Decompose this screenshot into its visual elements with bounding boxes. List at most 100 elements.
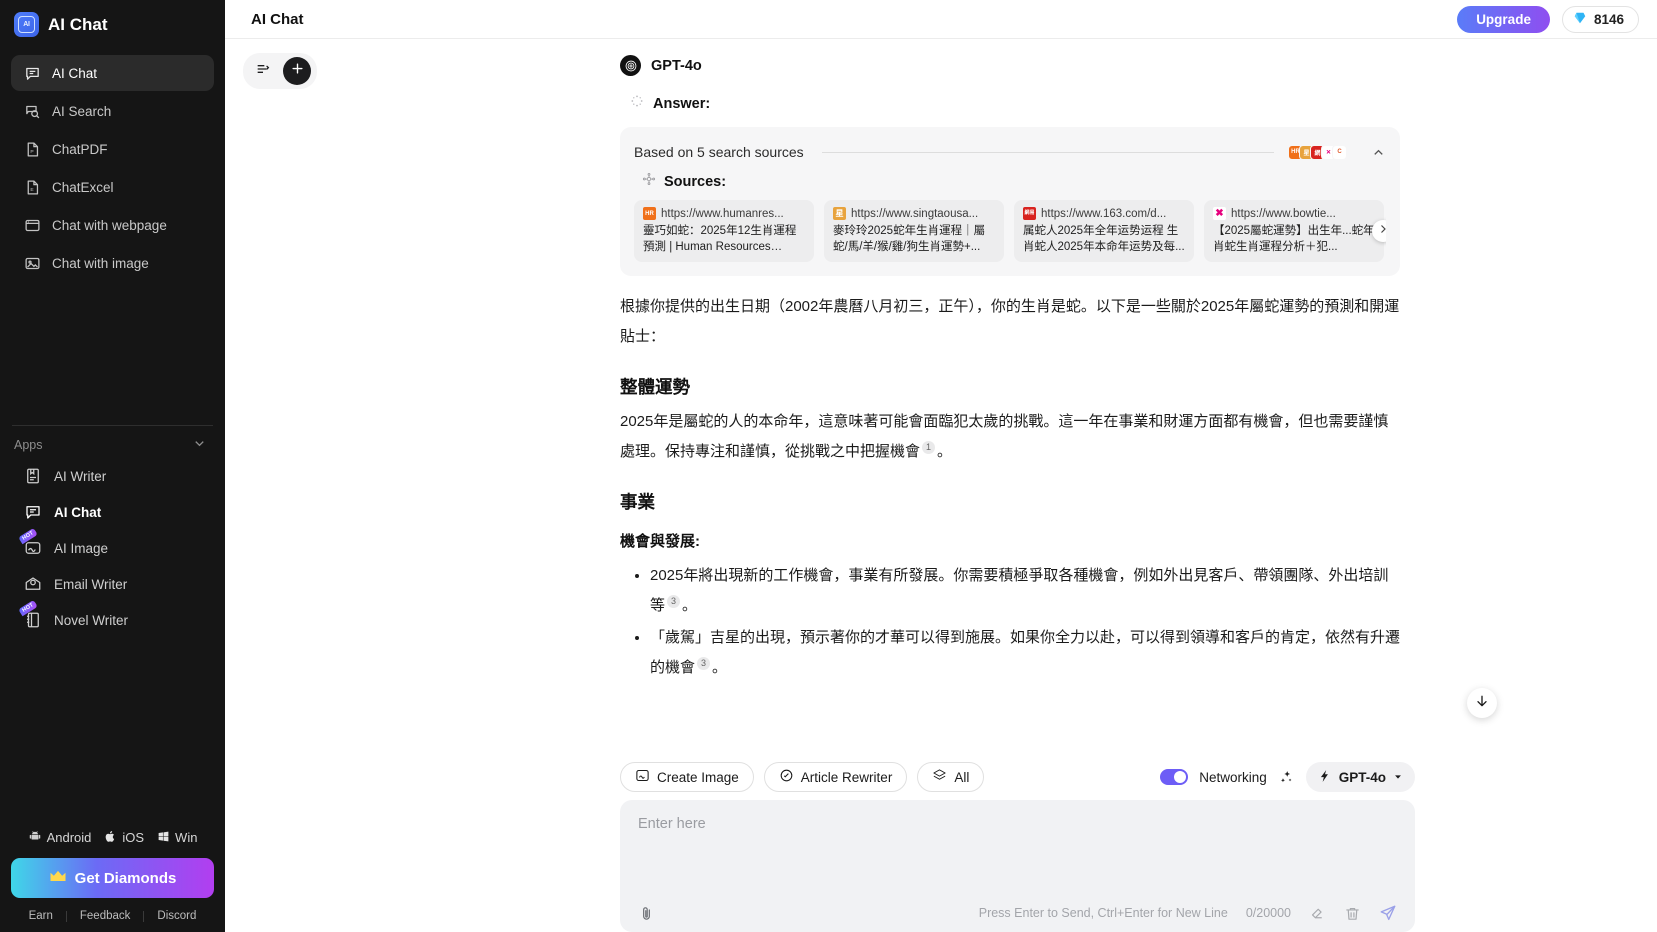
get-diamonds-button[interactable]: Get Diamonds <box>11 858 214 898</box>
sidebar-item-chatpdf[interactable]: P ChatPDF <box>11 131 214 167</box>
send-paper-plane-icon[interactable] <box>1379 904 1397 922</box>
writer-book-icon <box>23 466 43 486</box>
sidebar-item-chat-with-image[interactable]: Chat with image <box>11 245 214 281</box>
sidebar-footer: Android iOS Win Get Diamonds Earn Feedba… <box>0 819 225 932</box>
source-title: 【2025屬蛇運勢】出生年...蛇年肖蛇生肖運程分析＋犯... <box>1213 225 1375 253</box>
apps-section-label: Apps <box>14 438 43 452</box>
brand[interactable]: AI AI Chat <box>0 0 225 49</box>
sidebar-app-ai-writer[interactable]: AI Writer <box>11 458 214 494</box>
search-document-icon <box>23 102 41 120</box>
footer-link-discord[interactable]: Discord <box>144 910 209 922</box>
caret-down-icon <box>1393 770 1403 785</box>
sources-divider <box>821 151 1274 153</box>
platform-ios[interactable]: iOS <box>104 830 144 846</box>
crown-icon <box>49 869 67 888</box>
image-icon: HOT <box>18 527 43 558</box>
citation-marker[interactable]: 3 <box>697 657 711 670</box>
sidebar-nav-primary: AI Chat AI Search P ChatPDF E ChatExcel … <box>0 49 225 283</box>
platform-label: iOS <box>122 830 145 845</box>
platform-win[interactable]: Win <box>157 830 197 846</box>
sidebar-app-email-writer[interactable]: Email Writer <box>11 566 214 602</box>
sparkle-wand-icon[interactable] <box>1278 769 1295 786</box>
source-card[interactable]: ✖ https://www.bowtie... 【2025屬蛇運勢】出生年...… <box>1204 200 1384 262</box>
sidebar-app-ai-chat[interactable]: AI Chat <box>11 494 214 530</box>
sidebar-app-label: Email Writer <box>54 576 128 592</box>
citation-marker[interactable]: 1 <box>922 441 936 454</box>
sidebar-item-label: AI Search <box>52 103 112 119</box>
article-rewriter-button[interactable]: Article Rewriter <box>763 762 908 792</box>
chat-bubble-icon <box>23 502 43 522</box>
sidebar-item-ai-search[interactable]: AI Search <box>11 93 214 129</box>
trash-icon[interactable] <box>1344 905 1361 922</box>
source-card[interactable]: HR https://www.humanres... 靈巧如蛇：2025年12生… <box>634 200 814 262</box>
networking-toggle[interactable] <box>1160 769 1189 785</box>
sidebar-item-chat-with-webpage[interactable]: Chat with webpage <box>11 207 214 243</box>
answer-label: Answer: <box>653 95 711 112</box>
source-card[interactable]: 星 https://www.singtaousa... 麥玲玲2025蛇年生肖運… <box>824 200 1004 262</box>
favicon-5: C <box>1332 144 1347 160</box>
apps-section-header[interactable]: Apps <box>0 426 225 458</box>
chat-thread: GPT-4o Answer: Based on 5 search sources <box>620 39 1400 685</box>
sidebar-item-chatexcel[interactable]: E ChatExcel <box>11 169 214 205</box>
svg-text:E: E <box>30 187 34 193</box>
app-logo-icon: AI <box>14 12 39 37</box>
sidebar-item-label: AI Chat <box>52 65 98 81</box>
model-selected-label: GPT-4o <box>1338 769 1386 785</box>
chip-label: Article Rewriter <box>800 769 893 785</box>
source-card[interactable]: 網易 https://www.163.com/d... 属蛇人2025年全年运势… <box>1014 200 1194 262</box>
chevron-up-icon[interactable] <box>1371 145 1386 160</box>
networking-label: Networking <box>1199 769 1267 785</box>
answer-section-1-text: 2025年是屬蛇的人的本命年，這意味著可能會面臨犯太歲的挑戰。這一年在事業和財運… <box>620 413 1389 460</box>
create-image-button[interactable]: Create Image <box>620 762 754 792</box>
all-tools-button[interactable]: All <box>917 762 985 792</box>
chat-bubble-icon <box>23 64 41 82</box>
attach-file-button[interactable] <box>638 905 655 922</box>
char-counter: 0/20000 <box>1245 906 1291 920</box>
platform-label: Android <box>46 830 92 845</box>
content-area: GPT-4o Answer: Based on 5 search sources <box>225 39 1657 932</box>
sidebar-app-novel-writer[interactable]: HOT Novel Writer <box>11 599 214 638</box>
sources-title-row: Sources: <box>642 172 1386 191</box>
footer-links: Earn Feedback Discord <box>11 898 214 922</box>
message-input[interactable]: Enter here <box>638 816 1397 832</box>
message-input-container[interactable]: Enter here Press Enter to Send, Ctrl+Ent… <box>620 800 1415 932</box>
upgrade-button[interactable]: Upgrade <box>1457 5 1550 33</box>
chevron-right-icon <box>1377 222 1386 240</box>
answer-header: Answer: <box>620 76 1400 113</box>
source-url: https://www.humanres... <box>661 207 784 220</box>
sidebar-app-label: Novel Writer <box>54 612 129 628</box>
answer-section-1-text-end: 。 <box>937 443 953 460</box>
diamond-icon <box>1573 11 1587 28</box>
diamond-balance[interactable]: 8146 <box>1561 5 1639 33</box>
input-footer: Press Enter to Send, Ctrl+Enter for New … <box>638 904 1397 922</box>
app-logo-inner-label: AI <box>18 16 35 33</box>
sidebar-item-ai-chat[interactable]: AI Chat <box>11 55 214 91</box>
bullet-1-text: 2025年將出現新的工作機會，事業有所發展。你需要積極爭取各種機會，例如外出見客… <box>650 567 1389 614</box>
scroll-to-bottom-button[interactable] <box>1467 688 1497 718</box>
platform-links: Android iOS Win <box>11 819 214 858</box>
source-url: https://www.bowtie... <box>1231 207 1336 220</box>
answer-section-heading-1: 整體運勢 <box>620 377 690 397</box>
sources-scroller: HR https://www.humanres... 靈巧如蛇：2025年12生… <box>634 200 1386 262</box>
windows-icon <box>157 830 170 846</box>
chevron-down-icon[interactable] <box>192 436 207 454</box>
sidebar-app-ai-image[interactable]: HOT AI Image <box>11 527 214 566</box>
bullet-2-text: 「歲駕」吉星的出現，預示著你的才華可以得到施展。如果你全力以赴，可以得到領導和客… <box>650 629 1401 676</box>
source-url-row: 網易 https://www.163.com/d... <box>1023 207 1185 220</box>
source-url: https://www.163.com/d... <box>1041 207 1167 220</box>
model-selector[interactable]: GPT-4o <box>1305 762 1415 792</box>
notebook-icon: HOT <box>18 599 43 630</box>
source-favicon-icon: HR <box>643 207 656 220</box>
openai-logo-icon <box>620 55 641 76</box>
source-favicon-icon: 網易 <box>1023 207 1036 220</box>
conversation-list-button[interactable] <box>249 57 277 85</box>
citation-marker[interactable]: 3 <box>667 595 681 608</box>
footer-link-feedback[interactable]: Feedback <box>67 910 144 922</box>
eraser-icon[interactable] <box>1309 905 1326 922</box>
footer-link-earn[interactable]: Earn <box>16 910 66 922</box>
input-footer-right: Press Enter to Send, Ctrl+Enter for New … <box>979 904 1397 922</box>
new-chat-button[interactable] <box>283 57 311 85</box>
platform-android[interactable]: Android <box>28 829 92 846</box>
list-item: 2025年將出現新的工作機會，事業有所發展。你需要積極爭取各種機會，例如外出見客… <box>650 561 1400 621</box>
sources-label: Sources: <box>664 173 727 190</box>
